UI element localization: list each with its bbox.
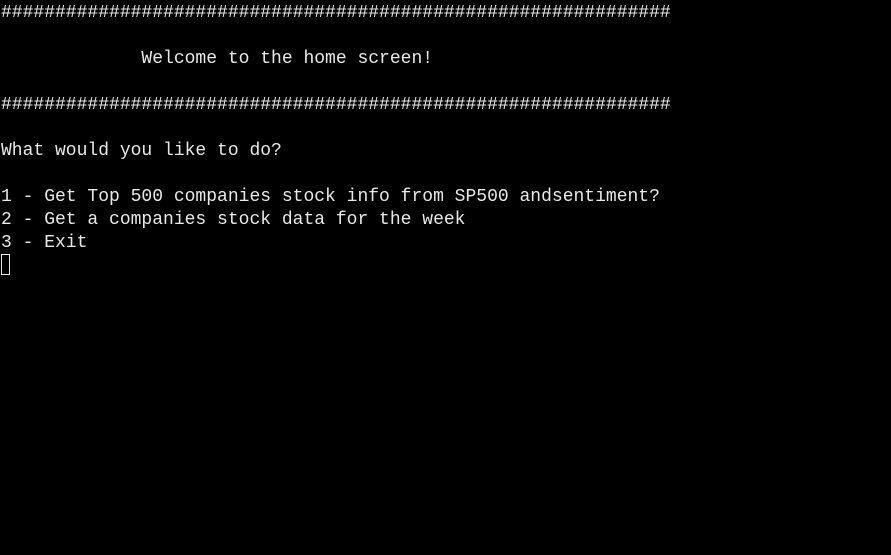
header-border-bottom: ########################################… — [1, 95, 671, 115]
menu-option-1: 1 - Get Top 500 companies stock info fro… — [1, 187, 660, 207]
terminal-window[interactable]: ########################################… — [0, 0, 891, 555]
menu-prompt: What would you like to do? — [1, 141, 282, 161]
input-cursor[interactable] — [1, 254, 10, 275]
header-border-top: ########################################… — [1, 3, 671, 23]
welcome-message: Welcome to the home screen! — [1, 49, 434, 69]
menu-option-3: 3 - Exit — [1, 233, 88, 253]
menu-option-2: 2 - Get a companies stock data for the w… — [1, 210, 466, 230]
